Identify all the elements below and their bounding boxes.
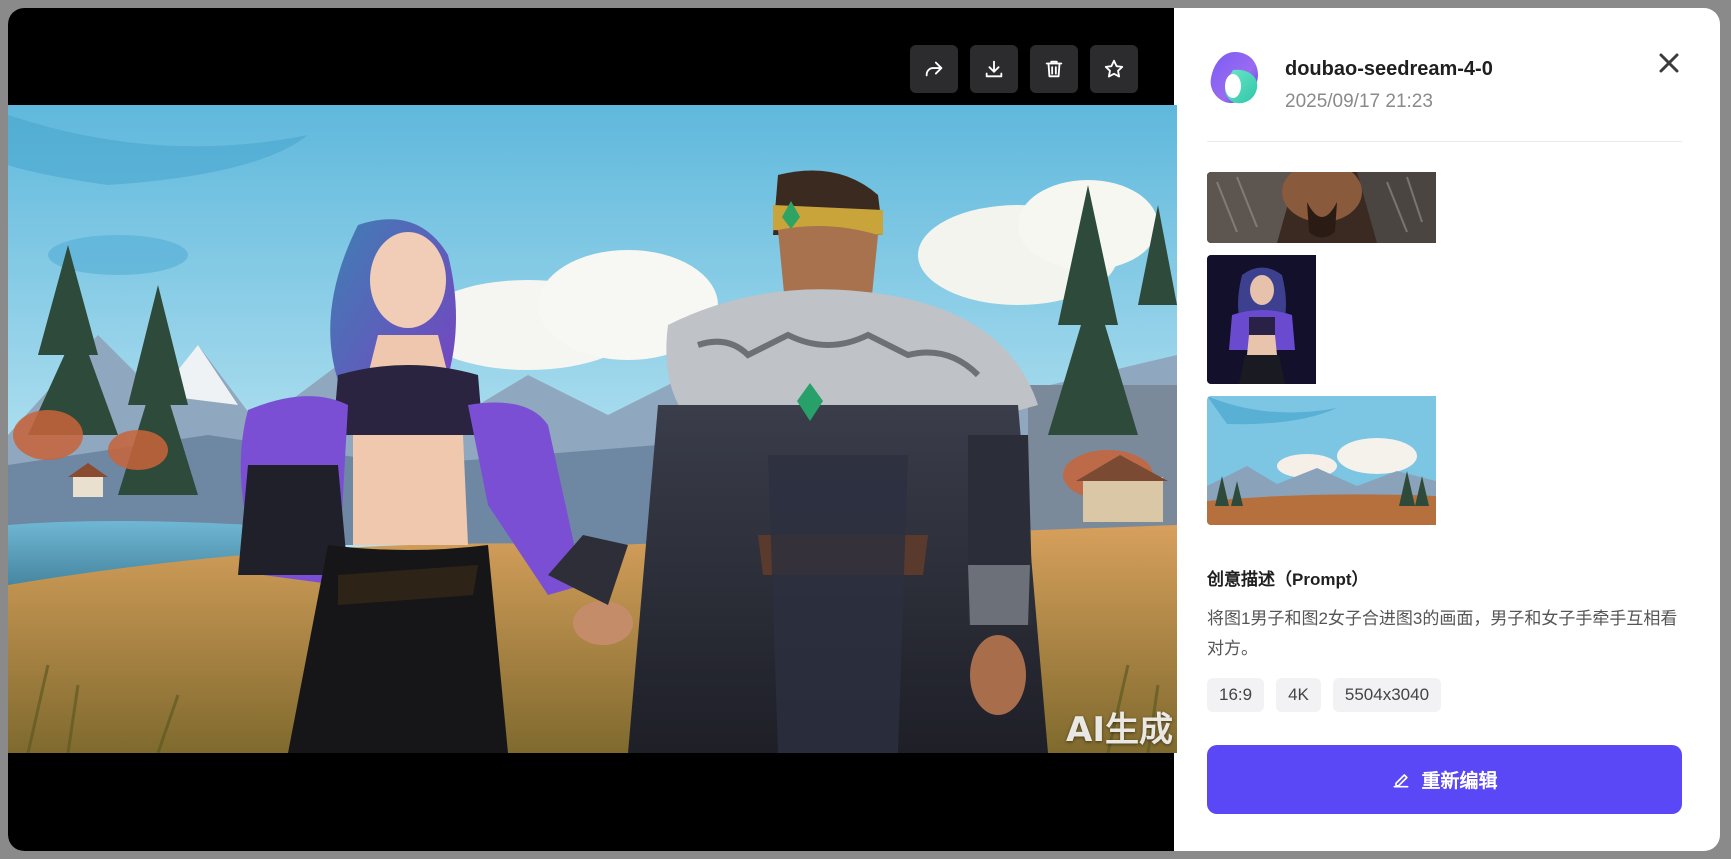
star-icon [1104,59,1124,78]
reference-image-man[interactable] [1207,172,1682,243]
model-info: doubao-seedream-4-0 2025/09/17 21:23 [1285,48,1493,113]
favorite-button[interactable] [1090,45,1138,93]
reference-images [1207,172,1682,525]
prompt-label: 创意描述（Prompt） [1207,570,1369,589]
ai-generated-watermark: AI生成 [1066,710,1173,750]
generated-image[interactable]: AI生成 [8,105,1177,753]
re-edit-button[interactable]: 重新编辑 [1207,745,1682,814]
delete-button[interactable] [1030,45,1078,93]
close-button[interactable] [1656,50,1682,76]
model-logo-icon [1210,52,1259,104]
model-name: doubao-seedream-4-0 [1285,58,1493,80]
reference-image-woman[interactable] [1207,255,1682,384]
download-button[interactable] [970,45,1018,93]
dimensions-tag: 5504x3040 [1332,678,1442,712]
re-edit-label: 重新编辑 [1421,771,1498,792]
detail-panel: doubao-seedream-4-0 2025/09/17 21:23 创意描… [1174,8,1720,851]
viewer-toolbar [910,45,1138,93]
trash-icon [1045,60,1063,78]
image-spec-tags: 16:9 4K 5504x3040 [1207,678,1682,712]
generation-timestamp: 2025/09/17 21:23 [1285,91,1433,112]
resolution-tag: 4K [1276,678,1321,712]
download-icon [985,60,1003,78]
prompt-text: 将图1男子和图2女子合进图3的画面，男子和女子手牵手互相看对方。 [1207,609,1678,658]
share-icon [925,61,943,77]
image-detail-modal: AI生成 doubao-seedream-4-0 2025/09/17 21:2… [8,8,1720,851]
reference-image-landscape[interactable] [1207,396,1682,525]
share-button[interactable] [910,45,958,93]
image-viewer: AI生成 [8,8,1177,851]
aspect-ratio-tag: 16:9 [1207,678,1265,712]
edit-pencil-icon [1393,773,1409,787]
panel-header: doubao-seedream-4-0 2025/09/17 21:23 [1207,8,1682,142]
background-page-footer [1311,851,1731,859]
close-icon [1659,53,1679,73]
